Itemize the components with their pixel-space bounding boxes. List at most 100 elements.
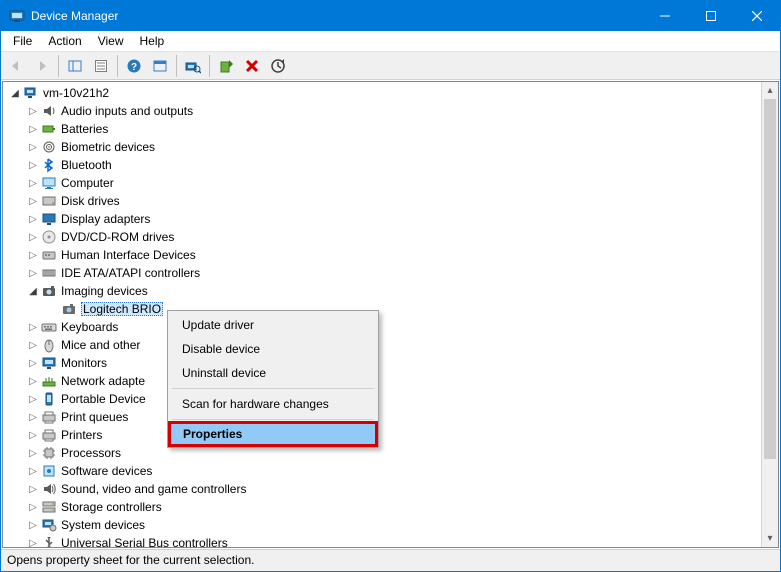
forward-button[interactable] — [30, 54, 54, 78]
context-menu-item-scan-for-hardware-changes[interactable]: Scan for hardware changes — [170, 392, 376, 416]
update-driver-button[interactable] — [266, 54, 290, 78]
category-node[interactable]: ▷Print queues — [5, 408, 761, 426]
menu-view[interactable]: View — [90, 32, 132, 50]
app-icon — [9, 8, 25, 24]
vertical-scrollbar[interactable]: ▴ ▾ — [761, 82, 778, 547]
category-label: Monitors — [61, 356, 107, 370]
category-node[interactable]: ▷Processors — [5, 444, 761, 462]
properties-button[interactable] — [89, 54, 113, 78]
root-node[interactable]: ◢vm-10v21h2 — [5, 84, 761, 102]
storage-icon — [41, 499, 57, 515]
expand-arrow-icon[interactable]: ▷ — [25, 481, 41, 497]
expand-arrow-icon[interactable]: ▷ — [25, 337, 41, 353]
expand-arrow-icon[interactable]: ▷ — [25, 211, 41, 227]
category-node[interactable]: ▷Bluetooth — [5, 156, 761, 174]
category-label: Disk drives — [61, 194, 120, 208]
category-node[interactable]: ▷Printers — [5, 426, 761, 444]
sound-icon — [41, 481, 57, 497]
collapse-arrow-icon[interactable]: ◢ — [25, 283, 41, 299]
scroll-up-button[interactable]: ▴ — [762, 82, 778, 99]
expand-arrow-icon[interactable]: ▷ — [25, 499, 41, 515]
expand-arrow-icon[interactable]: ▷ — [25, 103, 41, 119]
category-node[interactable]: ▷Storage controllers — [5, 498, 761, 516]
close-button[interactable] — [734, 1, 780, 31]
context-menu-item-disable-device[interactable]: Disable device — [170, 337, 376, 361]
portable-icon — [41, 391, 57, 407]
category-node[interactable]: ▷DVD/CD-ROM drives — [5, 228, 761, 246]
toolbar-separator — [58, 55, 59, 77]
back-button[interactable] — [4, 54, 28, 78]
category-node[interactable]: ▷Software devices — [5, 462, 761, 480]
expand-arrow-icon[interactable]: ▷ — [25, 121, 41, 137]
expand-arrow-icon[interactable]: ▷ — [25, 391, 41, 407]
action-button[interactable] — [148, 54, 172, 78]
printq-icon — [41, 409, 57, 425]
computer-icon — [41, 175, 57, 191]
category-node[interactable]: ▷Sound, video and game controllers — [5, 480, 761, 498]
expand-arrow-icon[interactable]: ▷ — [25, 193, 41, 209]
network-icon — [41, 373, 57, 389]
context-menu-item-properties[interactable]: Properties — [169, 422, 377, 446]
maximize-button[interactable] — [688, 1, 734, 31]
show-hide-console-tree-button[interactable] — [63, 54, 87, 78]
menu-help[interactable]: Help — [132, 32, 173, 50]
titlebar[interactable]: Device Manager — [1, 1, 780, 31]
expand-arrow-icon[interactable]: ▷ — [25, 463, 41, 479]
category-node[interactable]: ▷Batteries — [5, 120, 761, 138]
minimize-button[interactable] — [642, 1, 688, 31]
expand-arrow-icon[interactable]: ▷ — [25, 175, 41, 191]
expand-arrow-icon[interactable]: ▷ — [25, 355, 41, 371]
device-node[interactable]: Logitech BRIO — [5, 300, 761, 318]
category-node[interactable]: ▷Keyboards — [5, 318, 761, 336]
scan-hardware-button[interactable] — [181, 54, 205, 78]
category-node[interactable]: ▷ Disk drives — [5, 192, 761, 210]
expand-arrow-icon[interactable]: ▷ — [25, 265, 41, 281]
spacer — [45, 301, 61, 317]
uninstall-device-button[interactable] — [240, 54, 264, 78]
category-node[interactable]: ▷Audio inputs and outputs — [5, 102, 761, 120]
expand-arrow-icon[interactable]: ▷ — [25, 535, 41, 547]
category-node[interactable]: ▷System devices — [5, 516, 761, 534]
expand-arrow-icon[interactable]: ▷ — [25, 517, 41, 533]
expand-arrow-icon[interactable]: ▷ — [25, 139, 41, 155]
category-node[interactable]: ▷ Display adapters — [5, 210, 761, 228]
dvd-icon — [41, 229, 57, 245]
scroll-thumb[interactable] — [764, 99, 776, 459]
enable-device-button[interactable] — [214, 54, 238, 78]
category-node[interactable]: ▷Human Interface Devices — [5, 246, 761, 264]
help-button[interactable]: ? — [122, 54, 146, 78]
collapse-arrow-icon[interactable]: ◢ — [7, 85, 23, 101]
category-node[interactable]: ▷ Network adapte — [5, 372, 761, 390]
expand-arrow-icon[interactable]: ▷ — [25, 157, 41, 173]
monitor-icon — [41, 355, 57, 371]
category-node[interactable]: ◢Imaging devices — [5, 282, 761, 300]
scroll-down-button[interactable]: ▾ — [762, 530, 778, 547]
expand-arrow-icon[interactable]: ▷ — [25, 373, 41, 389]
expand-arrow-icon[interactable]: ▷ — [25, 247, 41, 263]
expand-arrow-icon[interactable]: ▷ — [25, 409, 41, 425]
titlebar-text: Device Manager — [31, 9, 642, 23]
context-menu-item-update-driver[interactable]: Update driver — [170, 313, 376, 337]
device-tree[interactable]: ◢vm-10v21h2▷Audio inputs and outputs▷Bat… — [3, 82, 761, 547]
expand-arrow-icon[interactable]: ▷ — [25, 229, 41, 245]
category-label: Display adapters — [61, 212, 150, 226]
category-node[interactable]: ▷ Monitors — [5, 354, 761, 372]
category-node[interactable]: ▷Computer — [5, 174, 761, 192]
menu-action[interactable]: Action — [40, 32, 89, 50]
category-node[interactable]: ▷Biometric devices — [5, 138, 761, 156]
category-label: IDE ATA/ATAPI controllers — [61, 266, 200, 280]
cpu-icon — [41, 445, 57, 461]
category-node[interactable]: ▷Universal Serial Bus controllers — [5, 534, 761, 547]
category-node[interactable]: ▷Portable Device — [5, 390, 761, 408]
category-label: Network adapte — [61, 374, 145, 388]
scroll-track[interactable] — [762, 99, 778, 530]
menu-file[interactable]: File — [5, 32, 40, 50]
category-node[interactable]: ▷ IDE ATA/ATAPI controllers — [5, 264, 761, 282]
device-manager-window: Device Manager File Action View Help ? ◢… — [0, 0, 781, 572]
expand-arrow-icon[interactable]: ▷ — [25, 427, 41, 443]
hid-icon — [41, 247, 57, 263]
context-menu-item-uninstall-device[interactable]: Uninstall device — [170, 361, 376, 385]
expand-arrow-icon[interactable]: ▷ — [25, 319, 41, 335]
expand-arrow-icon[interactable]: ▷ — [25, 445, 41, 461]
category-node[interactable]: ▷Mice and other — [5, 336, 761, 354]
